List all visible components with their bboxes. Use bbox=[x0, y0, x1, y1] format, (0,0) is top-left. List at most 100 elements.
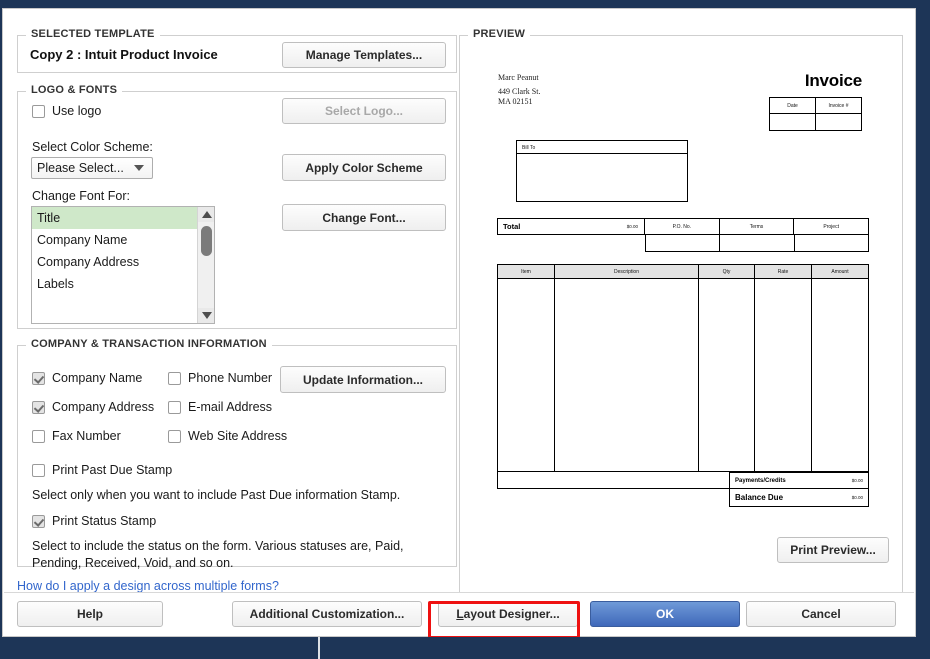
status-stamp-hint: Select to include the status on the form… bbox=[32, 539, 404, 570]
web-site-address-checkbox-row[interactable]: Web Site Address bbox=[168, 429, 287, 443]
additional-customization-button[interactable]: Additional Customization... bbox=[232, 601, 422, 627]
company-address-checkbox[interactable] bbox=[32, 400, 45, 414]
cancel-button[interactable]: Cancel bbox=[746, 601, 896, 627]
print-past-due-stamp-label: Print Past Due Stamp bbox=[52, 463, 173, 477]
layout-designer-label-rest: ayout Designer... bbox=[463, 607, 560, 621]
preview-company-name: Marc Peanut bbox=[498, 73, 539, 82]
change-font-button[interactable]: Change Font... bbox=[282, 204, 446, 231]
phone-number-checkbox-row[interactable]: Phone Number bbox=[168, 371, 272, 385]
apply-color-scheme-button[interactable]: Apply Color Scheme bbox=[282, 154, 446, 181]
phone-number-label: Phone Number bbox=[188, 371, 273, 385]
change-font-for-label: Change Font For: bbox=[32, 189, 130, 203]
company-address-checkbox-row[interactable]: Company Address bbox=[32, 400, 154, 414]
listbox-scrollbar[interactable] bbox=[197, 207, 214, 323]
color-scheme-select[interactable]: Please Select... bbox=[31, 157, 153, 179]
use-logo-checkbox-row[interactable]: Use logo bbox=[32, 104, 101, 118]
print-past-due-stamp-checkbox[interactable] bbox=[32, 463, 45, 477]
selected-template-group: SELECTED TEMPLATE Copy 2 : Intuit Produc… bbox=[17, 28, 457, 73]
preview-summary-row: Total $0.00 P.O. No. Terms Project bbox=[497, 218, 870, 252]
preview-amount-column bbox=[812, 278, 868, 471]
select-color-scheme-label: Select Color Scheme: bbox=[32, 140, 153, 154]
preview-payments-credits-value: $0.00 bbox=[851, 478, 863, 483]
company-address-label: Company Address bbox=[52, 400, 155, 414]
preview-amount-header: Amount bbox=[831, 268, 849, 275]
preview-invoice-number-header: Invoice # bbox=[828, 102, 849, 109]
list-item[interactable]: Company Name bbox=[32, 229, 197, 251]
logo-and-fonts-group-title: LOGO & FONTS bbox=[26, 84, 123, 96]
print-status-stamp-checkbox[interactable] bbox=[32, 514, 45, 528]
preview-document-title: Invoice bbox=[804, 71, 862, 90]
update-information-button[interactable]: Update Information... bbox=[280, 366, 446, 393]
window-chrome-right bbox=[918, 0, 930, 659]
apply-design-across-forms-link[interactable]: How do I apply a design across multiple … bbox=[17, 579, 279, 593]
preview-description-header: Description bbox=[555, 265, 699, 278]
layout-designer-button[interactable]: Layout Designer... bbox=[438, 601, 578, 627]
print-status-stamp-label: Print Status Stamp bbox=[52, 514, 157, 528]
print-status-stamp-checkbox-row[interactable]: Print Status Stamp bbox=[32, 514, 156, 528]
fax-number-checkbox[interactable] bbox=[32, 429, 45, 443]
print-past-due-stamp-checkbox-row[interactable]: Print Past Due Stamp bbox=[32, 463, 172, 477]
customize-invoice-dialog: SELECTED TEMPLATE Copy 2 : Intuit Produc… bbox=[2, 8, 916, 637]
web-site-address-label: Web Site Address bbox=[188, 429, 288, 443]
phone-number-checkbox[interactable] bbox=[168, 371, 181, 385]
company-transaction-information-group: COMPANY & TRANSACTION INFORMATION Compan… bbox=[17, 338, 457, 570]
fax-number-label: Fax Number bbox=[52, 429, 121, 443]
preview-bill-to-label: Bill To bbox=[517, 141, 687, 154]
preview-date-value bbox=[770, 113, 816, 130]
company-name-checkbox[interactable] bbox=[32, 371, 45, 385]
preview-project-header: Project bbox=[794, 218, 870, 235]
font-target-listbox[interactable]: Title Company Name Company Address Label… bbox=[31, 206, 215, 324]
print-preview-button[interactable]: Print Preview... bbox=[777, 537, 889, 563]
preview-project-value bbox=[794, 235, 869, 252]
use-logo-checkbox[interactable] bbox=[32, 104, 45, 118]
preview-total-value: $0.00 bbox=[626, 224, 638, 229]
preview-terms-value bbox=[720, 235, 795, 252]
preview-payments-credits-label: Payments/Credits bbox=[735, 477, 786, 484]
email-address-checkbox-row[interactable]: E-mail Address bbox=[168, 400, 272, 414]
layout-designer-mnemonic: L bbox=[456, 607, 464, 621]
preview-po-number-header: P.O. No. bbox=[645, 218, 720, 235]
preview-group: PREVIEW Marc Peanut 449 Clark St. MA 021… bbox=[459, 28, 903, 595]
preview-date-header: Date bbox=[770, 98, 816, 113]
preview-rate-header: Rate bbox=[755, 265, 812, 278]
preview-qty-column bbox=[699, 278, 755, 471]
email-address-label: E-mail Address bbox=[188, 400, 273, 414]
preview-line-items-grid: Item Description Qty Rate Amount bbox=[497, 264, 869, 472]
list-item[interactable]: Labels bbox=[32, 273, 197, 295]
preview-summary-value-row bbox=[645, 235, 869, 252]
manage-templates-button[interactable]: Manage Templates... bbox=[282, 42, 446, 68]
company-information-group-title: COMPANY & TRANSACTION INFORMATION bbox=[26, 338, 272, 350]
fax-number-checkbox-row[interactable]: Fax Number bbox=[32, 429, 121, 443]
logo-and-fonts-group: LOGO & FONTS Use logo Select Logo... Sel… bbox=[17, 84, 457, 329]
preview-date-invoice-header-row: Date Invoice # bbox=[770, 98, 861, 114]
dialog-button-bar: Help Additional Customization... Layout … bbox=[4, 592, 914, 635]
preview-balance-due-label: Balance Due bbox=[735, 493, 784, 502]
preview-balance-due-value: $0.00 bbox=[851, 495, 863, 500]
preview-total-cell: Total $0.00 bbox=[497, 218, 645, 235]
preview-company-address: 449 Clark St. MA 02151 bbox=[498, 87, 541, 106]
application-window: SELECTED TEMPLATE Copy 2 : Intuit Produc… bbox=[0, 0, 930, 659]
web-site-address-checkbox[interactable] bbox=[168, 429, 181, 443]
company-name-checkbox-row[interactable]: Company Name bbox=[32, 371, 142, 385]
color-scheme-selected-value: Please Select... bbox=[37, 161, 124, 175]
past-due-stamp-hint: Select only when you want to include Pas… bbox=[32, 488, 401, 502]
preview-description-column bbox=[555, 278, 699, 471]
scroll-up-arrow-icon[interactable] bbox=[198, 207, 214, 222]
list-item[interactable]: Title bbox=[32, 207, 197, 229]
list-item[interactable]: Company Address bbox=[32, 251, 197, 273]
preview-date-invoice-table: Date Invoice # bbox=[769, 97, 862, 131]
preview-bill-to-box: Bill To bbox=[516, 140, 688, 202]
chevron-down-icon bbox=[134, 165, 144, 171]
preview-payments-credits-row: Payments/Credits $0.00 bbox=[729, 472, 869, 489]
select-logo-button[interactable]: Select Logo... bbox=[282, 98, 446, 124]
selected-template-group-title: SELECTED TEMPLATE bbox=[26, 28, 160, 40]
invoice-preview-page: Marc Peanut 449 Clark St. MA 02151 Invoi… bbox=[461, 37, 901, 593]
ok-button[interactable]: OK bbox=[590, 601, 740, 627]
help-button[interactable]: Help bbox=[17, 601, 163, 627]
company-name-label: Company Name bbox=[52, 371, 143, 385]
preview-qty-header: Qty bbox=[699, 265, 755, 278]
scroll-down-arrow-icon[interactable] bbox=[198, 308, 214, 323]
email-address-checkbox[interactable] bbox=[168, 400, 181, 414]
scrollbar-thumb[interactable] bbox=[201, 226, 212, 256]
window-chrome-top bbox=[0, 0, 930, 8]
